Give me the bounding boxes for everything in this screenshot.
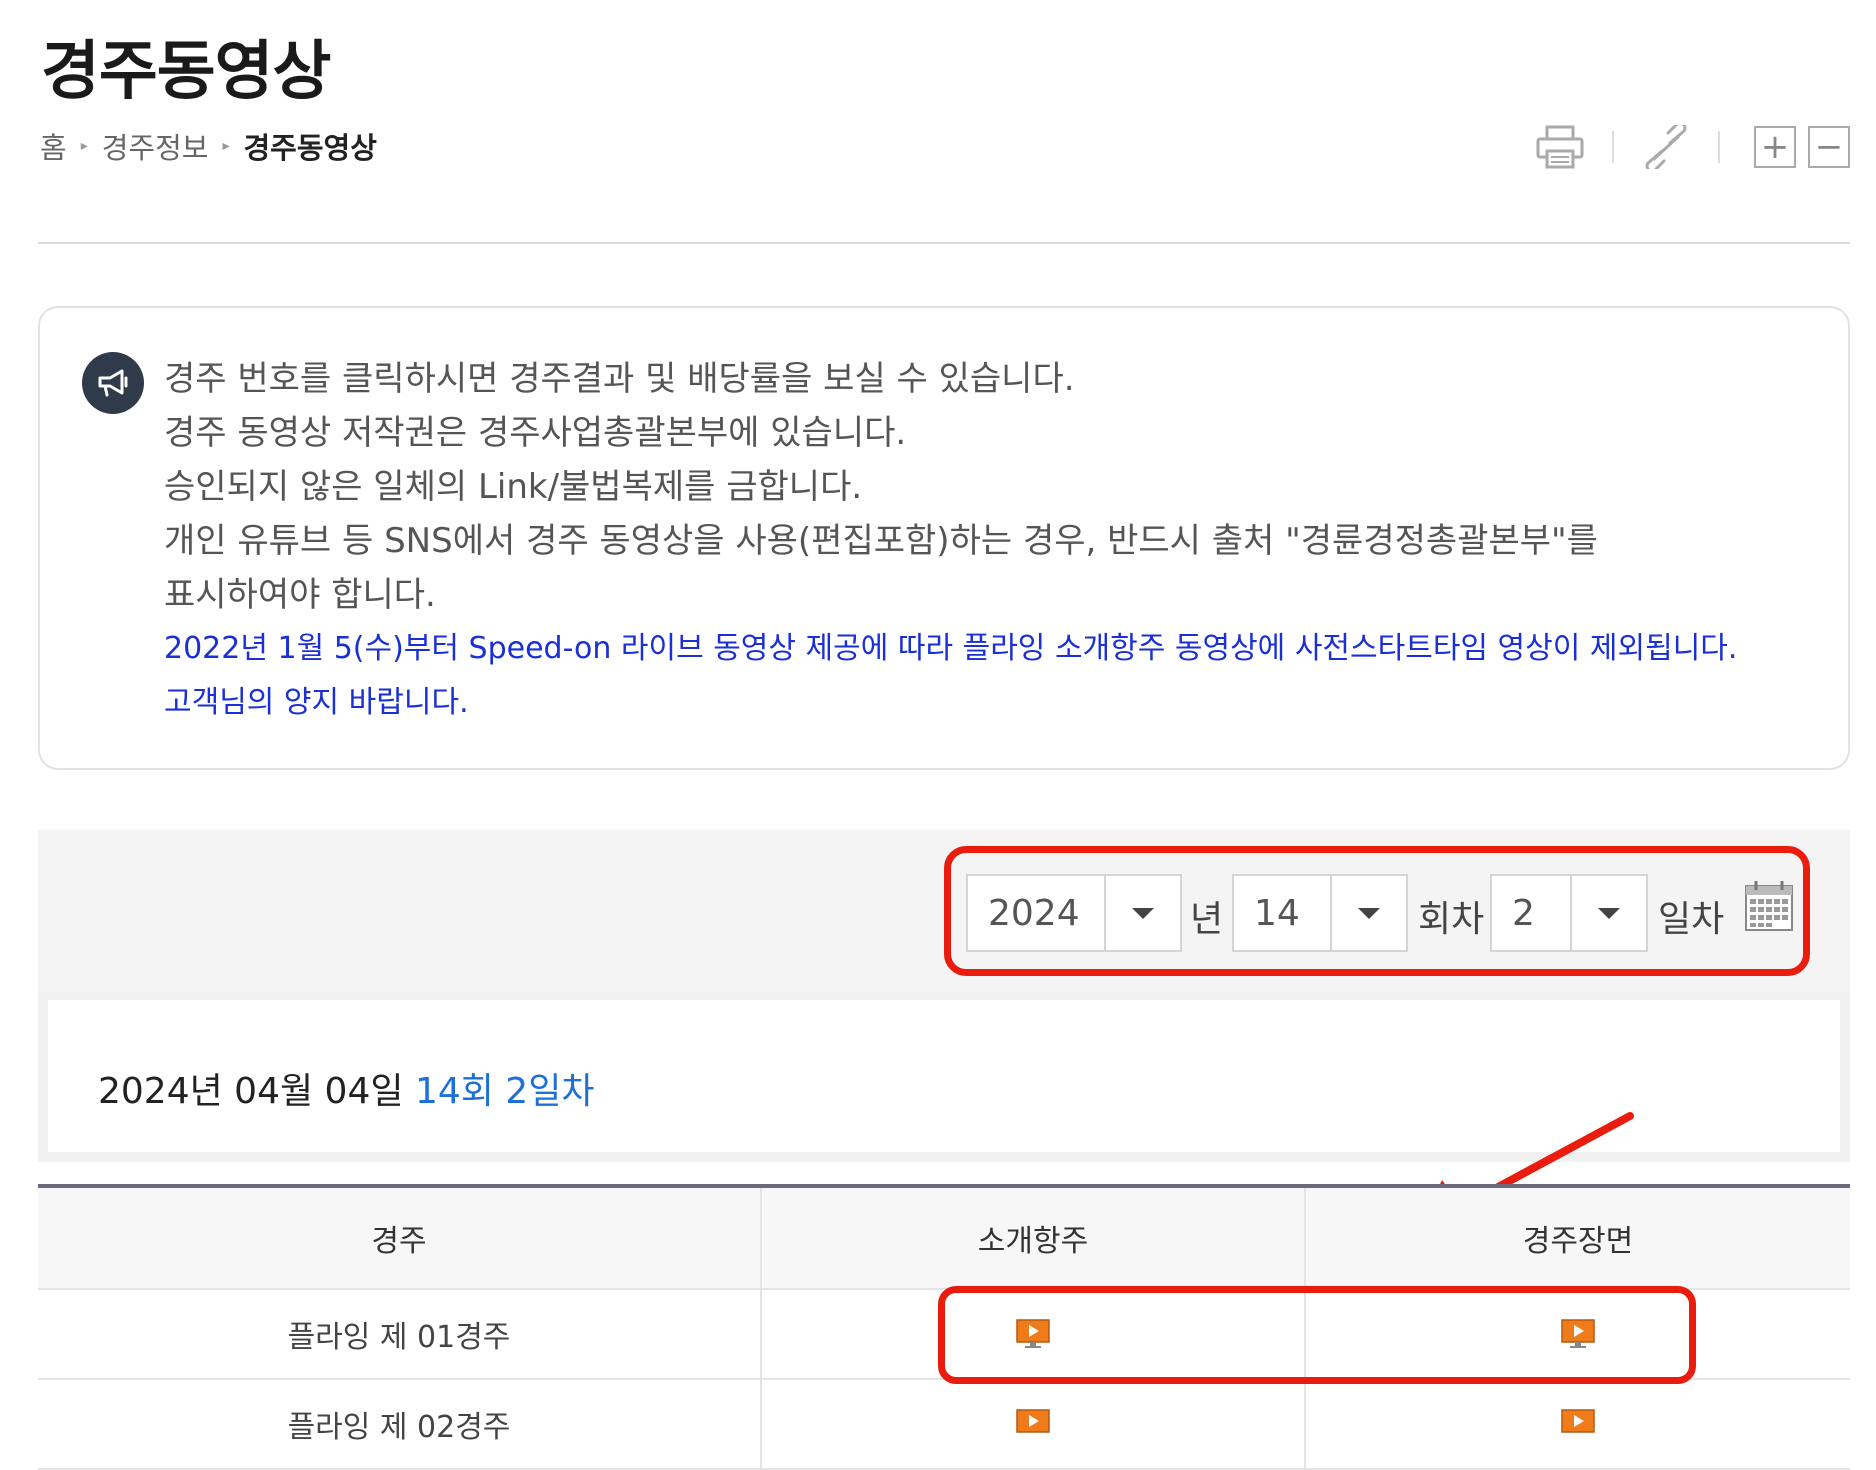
- notice-text: 경주 번호를 클릭하시면 경주결과 및 배당률을 보실 수 있습니다. 경주 동…: [164, 352, 1784, 730]
- notice-line: 경주 번호를 클릭하시면 경주결과 및 배당률을 보실 수 있습니다.: [164, 359, 1075, 399]
- race-date-text: 2024년 04월 04일 14회 2일차: [98, 1062, 594, 1114]
- table-header-row: 경주 소개항주 경주장면: [38, 1188, 1850, 1290]
- video-icon[interactable]: [1561, 1409, 1595, 1439]
- round-select[interactable]: 14: [1232, 874, 1408, 952]
- year-unit-label: 년: [1190, 899, 1224, 940]
- breadcrumb-race-info[interactable]: 경주정보: [102, 125, 209, 167]
- notice-highlight-line: 2022년 1월 5(수)부터 Speed-on 라이브 동영상 제공에 따라 …: [164, 631, 1738, 666]
- zoom-out-button[interactable]: −: [1808, 126, 1850, 168]
- breadcrumb-home[interactable]: 홈: [40, 125, 67, 167]
- plus-icon: +: [1760, 127, 1790, 167]
- page: 경주동영상 홈 ▸ 경주정보 ▸ 경주동영상 + − 경주 번호를 클릭하시면 …: [38, 0, 1850, 1470]
- column-header-race: 경주: [38, 1188, 762, 1288]
- breadcrumb-separator-icon: ▸: [80, 138, 88, 154]
- year-select-value: 2024: [988, 892, 1080, 934]
- day-select-value: 2: [1512, 892, 1535, 934]
- round-select-value: 14: [1254, 892, 1300, 934]
- race-date: 2024년 04월 04일: [98, 1071, 404, 1112]
- tool-divider: [1718, 131, 1720, 163]
- tool-divider: [1612, 131, 1614, 163]
- link-icon: [1645, 125, 1687, 169]
- notice-line: 경주 동영상 저작권은 경주사업총괄본부에 있습니다.: [164, 413, 907, 453]
- race-name-link[interactable]: 플라잉 제 01경주: [38, 1290, 762, 1378]
- print-button[interactable]: [1530, 123, 1590, 171]
- breadcrumb-current: 경주동영상: [243, 131, 377, 165]
- chevron-down-icon[interactable]: [1104, 876, 1180, 950]
- annotation-highlight-box: [938, 1286, 1696, 1384]
- intro-run-cell: [762, 1380, 1306, 1468]
- calendar-icon[interactable]: [1744, 880, 1794, 932]
- round-unit-label: 회차: [1418, 899, 1485, 940]
- column-header-intro-run: 소개항주: [762, 1188, 1306, 1288]
- notice-line: 승인되지 않은 일체의 Link/불법복제를 금합니다.: [164, 467, 863, 507]
- table-row: 플라잉 제 02경주: [38, 1380, 1850, 1470]
- day-select[interactable]: 2: [1490, 874, 1648, 952]
- title-divider: [38, 242, 1850, 244]
- printer-icon: [1536, 125, 1584, 169]
- page-tools: + −: [1530, 123, 1850, 171]
- notice-highlight-line: 고객님의 양지 바랍니다.: [164, 685, 469, 720]
- zoom-in-button[interactable]: +: [1754, 126, 1796, 168]
- breadcrumb: 홈 ▸ 경주정보 ▸ 경주동영상: [40, 125, 377, 167]
- video-icon[interactable]: [1016, 1409, 1050, 1439]
- race-round-day: 14회 2일차: [414, 1071, 595, 1112]
- race-scene-cell: [1306, 1380, 1850, 1468]
- minus-icon: −: [1814, 127, 1844, 167]
- column-header-race-scene: 경주장면: [1522, 1224, 1634, 1259]
- chevron-down-icon[interactable]: [1570, 876, 1646, 950]
- chevron-down-icon[interactable]: [1330, 876, 1406, 950]
- megaphone-icon: [82, 352, 144, 414]
- day-unit-label: 일차: [1658, 899, 1725, 940]
- breadcrumb-separator-icon: ▸: [222, 138, 230, 154]
- notice-line: 표시하여야 합니다.: [164, 575, 436, 615]
- year-select[interactable]: 2024: [966, 874, 1182, 952]
- copy-link-button[interactable]: [1636, 123, 1696, 171]
- page-title: 경주동영상: [41, 35, 331, 109]
- notice-line: 개인 유튜브 등 SNS에서 경주 동영상을 사용(편집포함)하는 경우, 반드…: [164, 521, 1598, 561]
- filter-bar: 2024 년 14 회차 2 일차: [38, 830, 1850, 992]
- race-name-link[interactable]: 플라잉 제 02경주: [38, 1380, 762, 1468]
- notice-box: 경주 번호를 클릭하시면 경주결과 및 배당률을 보실 수 있습니다. 경주 동…: [38, 306, 1850, 770]
